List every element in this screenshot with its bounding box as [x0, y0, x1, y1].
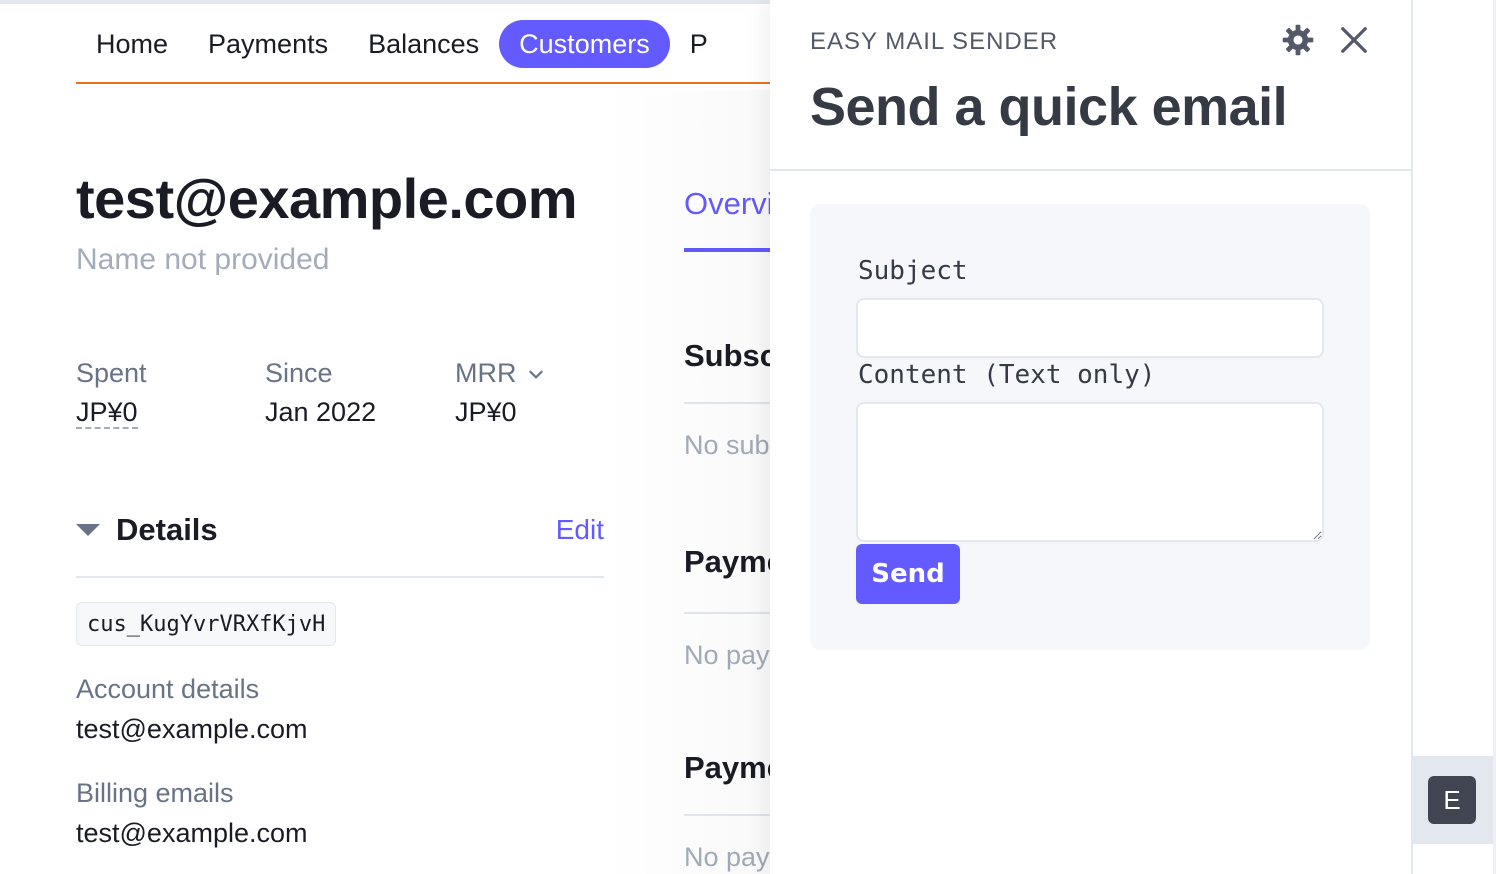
content-label: Content (Text only)	[858, 360, 1156, 390]
billing-emails-label: Billing emails	[76, 778, 234, 808]
customer-email-title: test@example.com	[76, 167, 578, 230]
stat-spent-label: Spent	[76, 358, 147, 388]
stat-mrr-value: JP¥0	[455, 397, 517, 427]
send-button[interactable]: Send	[856, 544, 960, 604]
stat-spent-value[interactable]: JP¥0	[76, 397, 138, 429]
section-empty-payment-methods: No payment methods	[684, 842, 770, 872]
nav-home[interactable]: Home	[76, 20, 188, 68]
nav-customers[interactable]: Customers	[499, 20, 670, 68]
content-textarea[interactable]	[856, 402, 1324, 542]
stat-spent: Spent JP¥0	[76, 358, 147, 429]
app-name: EASY MAIL SENDER	[810, 28, 1059, 55]
gear-icon	[1282, 24, 1314, 56]
close-button[interactable]	[1334, 20, 1374, 60]
caret-down-icon[interactable]	[76, 524, 100, 536]
main-nav: Home Payments Balances Customers P	[76, 20, 728, 68]
mrr-dropdown[interactable]: MRR	[455, 358, 545, 389]
customer-name: Name not provided	[76, 243, 330, 276]
details-header: Details Edit	[76, 512, 604, 548]
stat-mrr-label: MRR	[455, 358, 517, 388]
top-border	[0, 0, 770, 4]
section-title-payments: Payments	[684, 544, 770, 579]
section-divider	[684, 612, 770, 614]
stat-since-value: Jan 2022	[265, 397, 377, 427]
subject-label: Subject	[858, 256, 968, 286]
account-details-value: test@example.com	[76, 714, 308, 744]
stat-mrr: MRR JP¥0	[455, 358, 545, 428]
subject-input[interactable]	[856, 298, 1324, 358]
tab-overview[interactable]: Overview	[684, 186, 770, 222]
rail-active-slot: E	[1413, 756, 1493, 844]
overview-column: Overview Subscriptions No subscriptions …	[684, 0, 770, 874]
email-form: Subject Content (Text only) Send	[810, 204, 1370, 650]
section-empty-subscriptions: No subscriptions	[684, 430, 770, 460]
settings-button[interactable]	[1278, 20, 1318, 60]
nav-divider	[76, 82, 770, 84]
details-title[interactable]: Details	[116, 512, 218, 548]
edit-details-link[interactable]: Edit	[556, 514, 604, 546]
billing-emails-value: test@example.com	[76, 818, 308, 848]
app-drawer: EASY MAIL SENDER Send a quick email Subj…	[770, 0, 1411, 874]
rail-app-button[interactable]: E	[1428, 776, 1476, 824]
close-icon	[1341, 27, 1367, 53]
section-divider	[684, 814, 770, 816]
stat-since-label: Since	[265, 358, 333, 388]
nav-balances[interactable]: Balances	[348, 20, 499, 68]
account-details-label: Account details	[76, 674, 260, 704]
section-divider	[684, 402, 770, 404]
customer-id-badge[interactable]: cus_KugYvrVRXfKjvH	[76, 602, 337, 646]
details-divider	[76, 576, 604, 578]
nav-payments[interactable]: Payments	[188, 20, 348, 68]
section-empty-payments: No payments	[684, 640, 770, 670]
stat-since: Since Jan 2022	[265, 358, 376, 428]
apps-rail: E	[1411, 0, 1496, 874]
section-title-subscriptions: Subscriptions	[684, 338, 770, 373]
drawer-header: EASY MAIL SENDER Send a quick email	[770, 0, 1411, 171]
tab-overview-indicator	[684, 248, 770, 252]
drawer-title: Send a quick email	[810, 77, 1288, 137]
chevron-down-icon	[528, 370, 543, 378]
section-title-payment-methods: Payment methods	[684, 750, 770, 785]
